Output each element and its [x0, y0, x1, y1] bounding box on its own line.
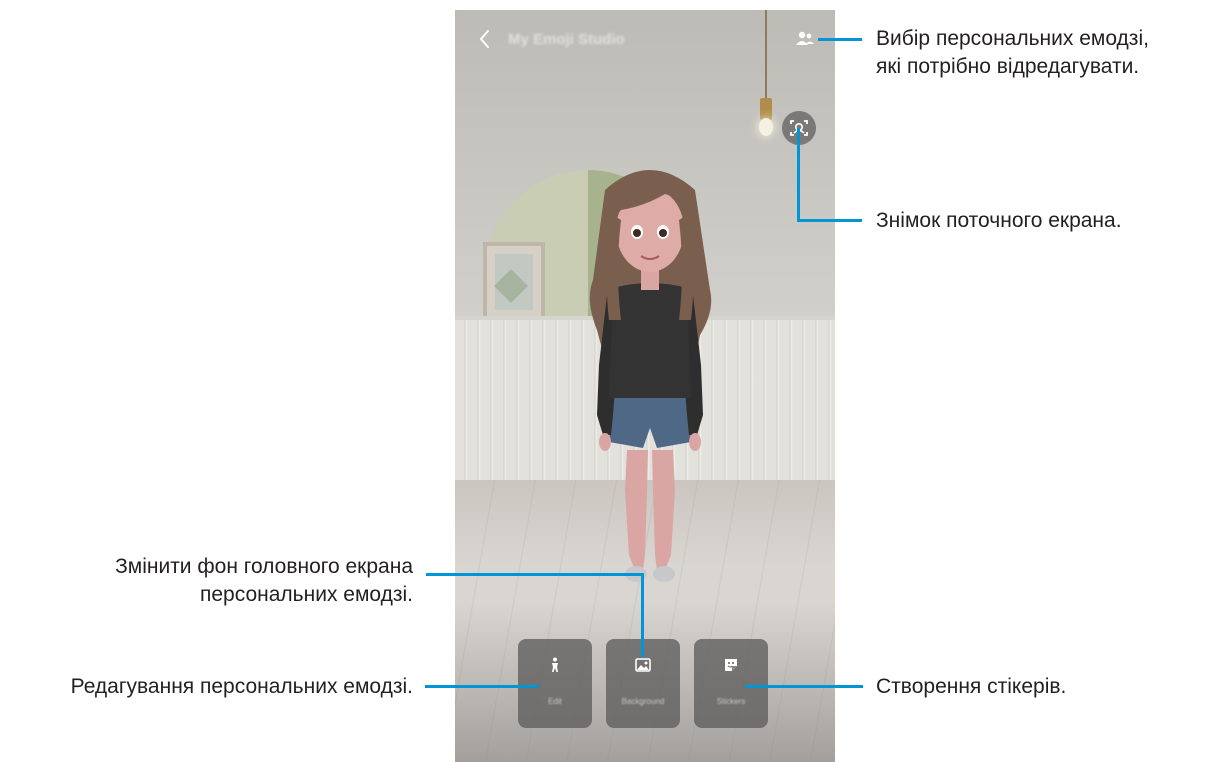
app-title: My Emoji Studio	[508, 31, 625, 48]
annotation-create-stickers: Створення стікерів.	[876, 675, 1067, 698]
annotation-change-background: Змінити фон головного екрана персональни…	[115, 553, 413, 609]
image-icon	[635, 658, 651, 672]
stickers-button[interactable]: Stickers	[694, 639, 768, 728]
callout-line-snapshot-horizontal	[797, 219, 862, 222]
annotation-select-emoji-line2: які потрібно відредагувати.	[876, 55, 1140, 78]
avatar-figure[interactable]	[585, 160, 715, 600]
picture-frame	[483, 242, 545, 322]
callout-line-background-horizontal	[426, 573, 644, 576]
callout-line-stickers	[745, 685, 863, 688]
edit-emoji-button[interactable]: Edit	[518, 639, 592, 728]
lamp-socket	[760, 98, 772, 120]
annotation-snapshot: Знімок поточного екрана.	[876, 209, 1122, 232]
lamp-cord	[765, 10, 767, 100]
background-label: Background	[621, 697, 665, 706]
annotation-change-background-line2: персональних емодзі.	[200, 583, 413, 606]
annotation-change-background-line1: Змінити фон головного екрана	[115, 555, 413, 578]
annotation-select-emoji: Вибір персональних емодзі, які потрібно …	[876, 25, 1149, 81]
back-button[interactable]	[473, 26, 497, 52]
callout-line-background-vertical	[641, 573, 644, 657]
callout-line-snapshot-vertical	[797, 128, 800, 221]
callout-line-edit	[425, 685, 539, 688]
lamp-bulb	[759, 118, 773, 136]
stickers-label: Stickers	[716, 697, 746, 706]
select-emoji-button[interactable]	[794, 29, 816, 49]
sticker-icon	[725, 659, 737, 671]
person-icon	[552, 657, 558, 672]
people-icon	[796, 31, 814, 45]
chevron-left-icon	[479, 30, 489, 48]
callout-line-select	[818, 38, 862, 41]
edit-label: Edit	[548, 697, 562, 706]
annotation-select-emoji-line1: Вибір персональних емодзі,	[876, 27, 1149, 50]
annotation-edit-emoji: Редагування персональних емодзі.	[70, 675, 413, 698]
